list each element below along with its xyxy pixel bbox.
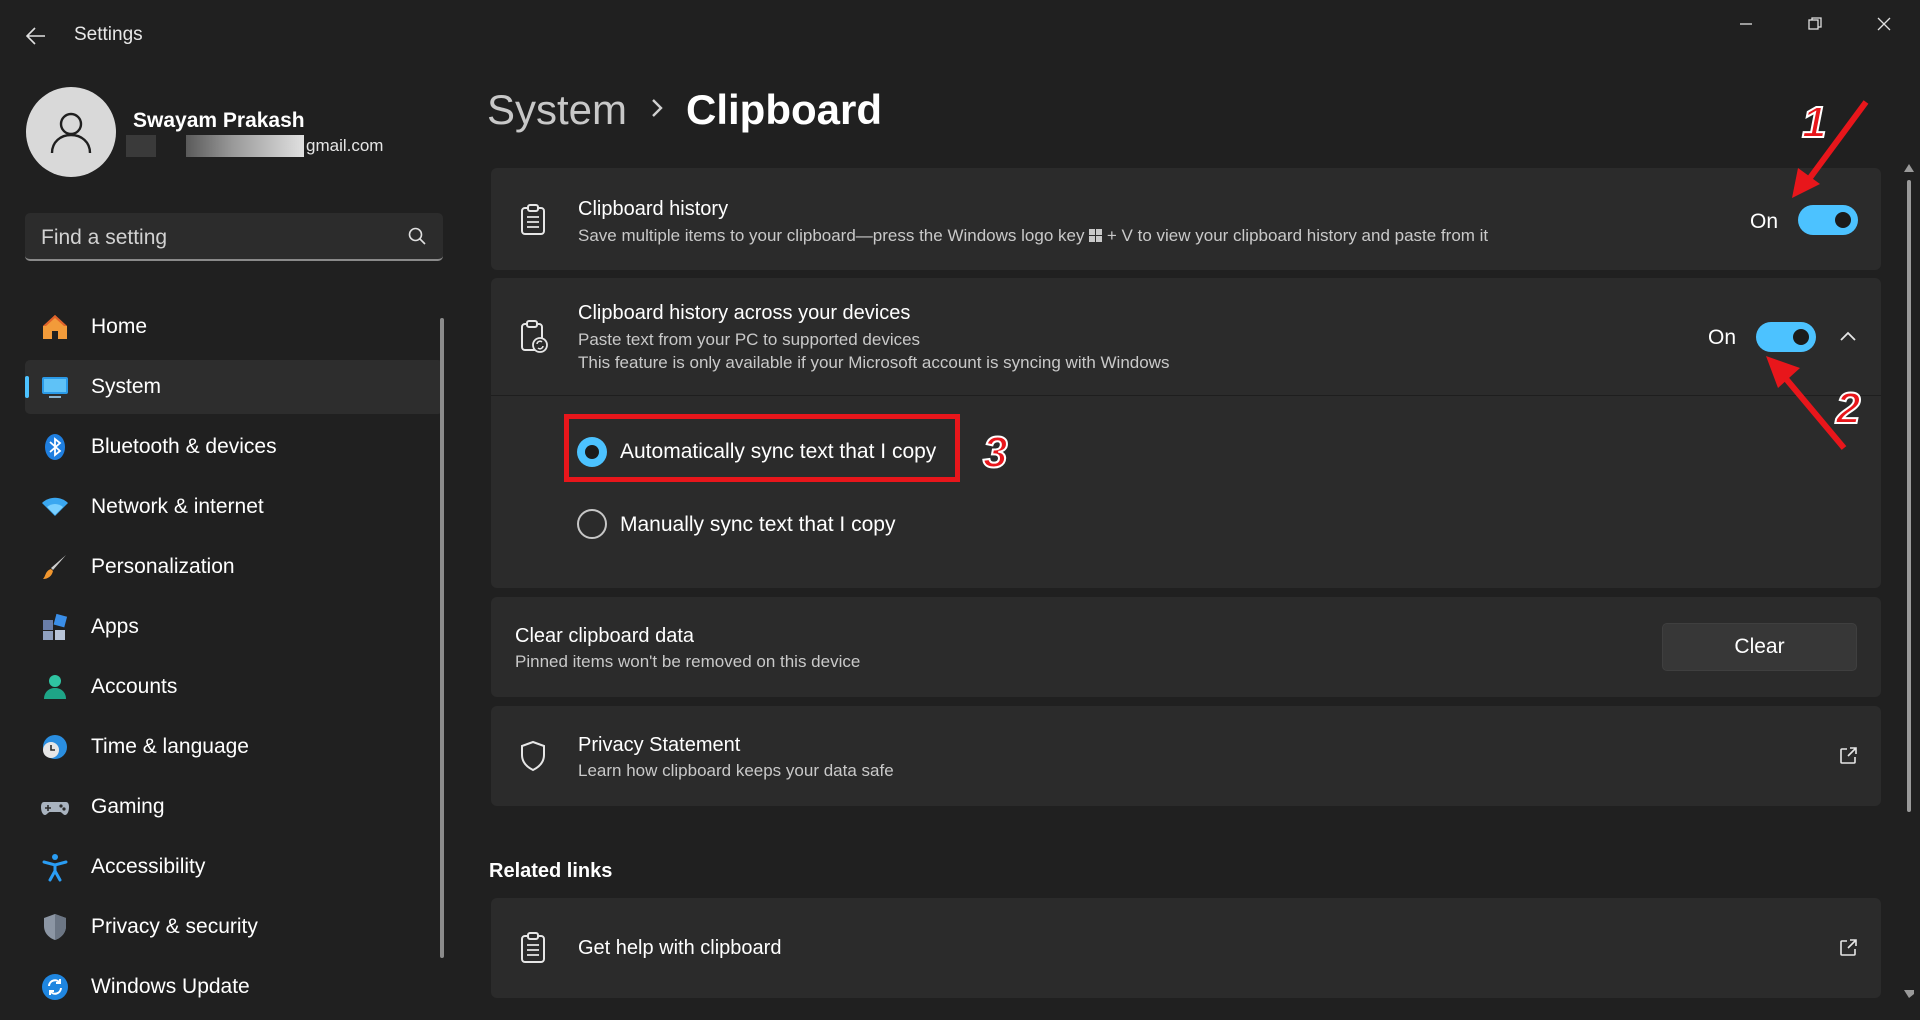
email-suffix: gmail.com (306, 136, 384, 155)
radio-manual-sync-label[interactable]: Manually sync text that I copy (620, 513, 895, 537)
sidebar-item-windows-update[interactable]: Windows Update (25, 960, 443, 1014)
card-description: This feature is only available if your M… (578, 353, 1170, 372)
close-icon (1877, 17, 1891, 31)
related-link-item[interactable]: Get help with clipboard (491, 898, 1881, 998)
sidebar-nav: Home System Bluetooth & devices Network … (25, 300, 443, 1020)
scroll-down-arrow-icon[interactable] (1904, 990, 1914, 998)
wifi-icon (42, 497, 68, 516)
card-title: Clear clipboard data (515, 625, 694, 647)
divider (491, 395, 1881, 396)
apps-icon (43, 613, 68, 640)
sidebar-item-network[interactable]: Network & internet (25, 480, 443, 534)
sidebar-scrollbar[interactable] (440, 318, 444, 958)
restore-icon (1808, 17, 1822, 30)
shield-icon (44, 914, 66, 940)
clear-data-card: Clear clipboard data Pinned items won't … (491, 597, 1881, 697)
card-title: Clipboard history (578, 198, 729, 220)
account-icon (44, 675, 66, 699)
breadcrumb-parent[interactable]: System (487, 86, 627, 134)
active-indicator (25, 376, 29, 398)
card-title: Privacy Statement (578, 734, 741, 756)
sidebar-item-personalization[interactable]: Personalization (25, 540, 443, 594)
annotation-marker-1: 1 (1801, 97, 1828, 148)
globe-clock-icon (43, 735, 67, 759)
sidebar-item-accessibility[interactable]: Accessibility (25, 840, 443, 894)
toggle-state-label: On (1750, 210, 1779, 233)
restore-button[interactable] (1792, 10, 1838, 38)
card-description: Paste text from your PC to supported dev… (578, 330, 921, 349)
chevron-up-icon[interactable] (1839, 328, 1857, 346)
update-icon (42, 974, 68, 1000)
sidebar-item-accounts[interactable]: Accounts (25, 660, 443, 714)
clipboard-icon (521, 204, 545, 235)
page-title: Clipboard (686, 86, 882, 133)
system-monitor-icon (42, 377, 68, 398)
windows-logo-icon (1089, 229, 1103, 242)
sidebar-item-gaming[interactable]: Gaming (25, 780, 443, 834)
person-icon (50, 112, 92, 154)
card-description: Pinned items won't be removed on this de… (515, 652, 861, 671)
clear-button[interactable]: Clear (1662, 623, 1857, 671)
privacy-statement-card[interactable]: Privacy Statement Learn how clipboard ke… (491, 706, 1881, 806)
sidebar-item-bluetooth[interactable]: Bluetooth & devices (25, 420, 443, 474)
annotation-highlight-box (564, 414, 960, 482)
annotation-marker-3: 3 (982, 427, 1009, 478)
clipboard-sync-icon (521, 320, 548, 353)
main-scrollbar[interactable] (1907, 180, 1911, 812)
gamepad-icon (41, 802, 69, 815)
search-placeholder: Find a setting (41, 226, 168, 249)
card-description: Learn how clipboard keeps your data safe (578, 761, 894, 780)
sidebar-item-apps[interactable]: Apps (25, 600, 443, 654)
close-button[interactable] (1861, 10, 1907, 38)
paintbrush-icon (43, 555, 66, 579)
clipboard-history-toggle[interactable] (1798, 205, 1858, 235)
user-email: gmail.com (126, 135, 383, 157)
home-icon (43, 315, 67, 339)
bluetooth-icon (45, 434, 65, 460)
toggle-knob (1793, 329, 1809, 345)
radio-manual-sync[interactable] (577, 509, 607, 539)
across-devices-toggle[interactable] (1756, 322, 1816, 352)
search-icon (408, 227, 426, 245)
user-name: Swayam Prakash (133, 109, 305, 132)
chevron-right-icon (652, 99, 663, 117)
accessibility-icon (42, 854, 68, 882)
sidebar-item-home[interactable]: Home (25, 300, 443, 354)
back-button[interactable] (18, 18, 54, 54)
shield-outline-icon (521, 740, 545, 772)
sidebar-item-system[interactable]: System (25, 360, 443, 414)
clipboard-history-card: Clipboard history Save multiple items to… (491, 168, 1881, 270)
external-link-icon (1840, 747, 1857, 764)
related-links-heading: Related links (489, 860, 613, 882)
minimize-button[interactable] (1723, 10, 1769, 38)
sidebar-item-privacy[interactable]: Privacy & security (25, 900, 443, 954)
clipboard-icon (521, 932, 545, 963)
external-link-icon (1840, 939, 1857, 956)
search-box[interactable]: Find a setting (25, 213, 443, 261)
annotation-marker-2: 2 (1835, 383, 1862, 434)
back-arrow-icon (26, 27, 45, 45)
app-title: Settings (74, 24, 143, 45)
card-description: Save multiple items to your clipboard—pr… (578, 226, 1489, 245)
related-link-label: Get help with clipboard (578, 937, 782, 959)
sidebar-item-time-language[interactable]: Time & language (25, 720, 443, 774)
title-bar: Settings (0, 0, 1920, 72)
email-redaction (186, 135, 304, 157)
email-redaction (126, 135, 156, 157)
toggle-knob (1835, 212, 1851, 228)
avatar[interactable] (26, 87, 116, 177)
card-title: Clipboard history across your devices (578, 302, 911, 324)
toggle-state-label: On (1708, 326, 1737, 349)
minimize-icon (1740, 23, 1752, 25)
scroll-up-arrow-icon[interactable] (1904, 164, 1914, 172)
